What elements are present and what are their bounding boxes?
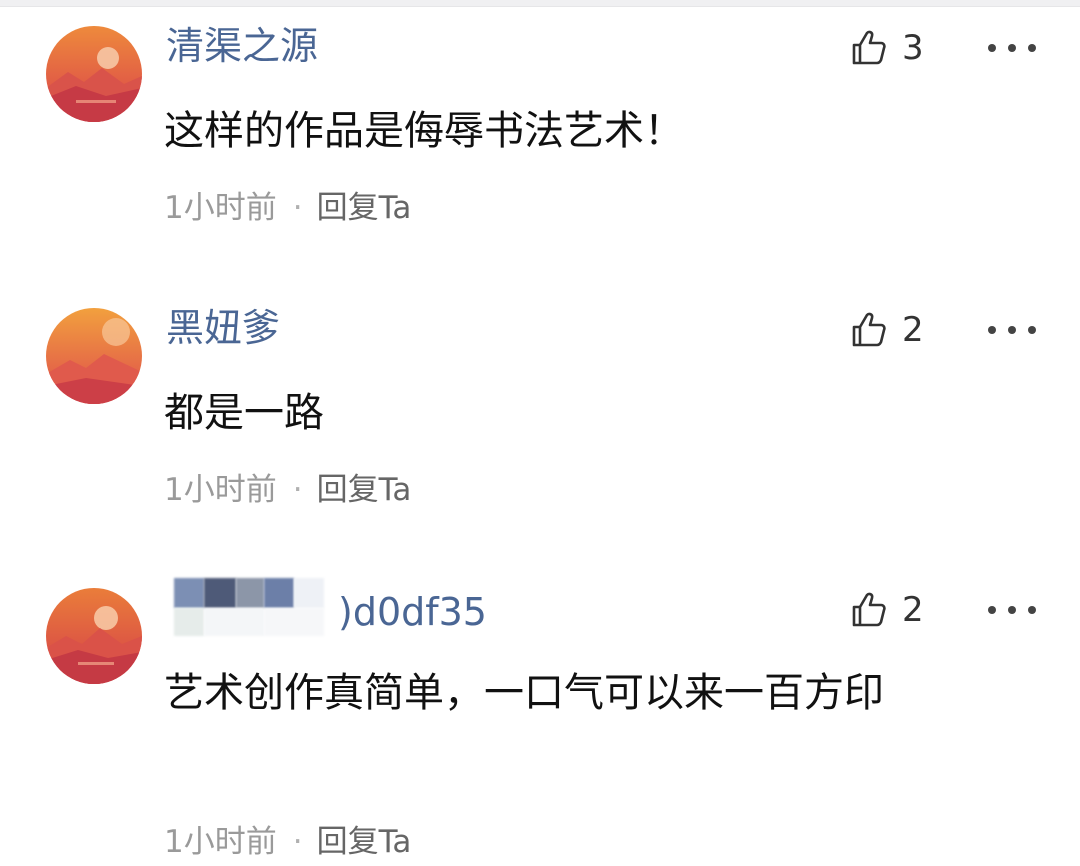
separator: ·	[292, 190, 303, 226]
more-dots-icon[interactable]	[988, 600, 1036, 620]
more-dots-icon[interactable]	[988, 38, 1036, 58]
username[interactable]: )d0df35	[166, 576, 506, 646]
avatar[interactable]	[46, 588, 142, 684]
username-suffix: )d0df35	[338, 590, 487, 634]
more-dots-icon[interactable]	[988, 320, 1036, 340]
separator: ·	[292, 472, 303, 508]
avatar[interactable]	[46, 26, 142, 122]
thumbs-up-icon	[852, 30, 886, 65]
comment-text: 艺术创作真简单，一口气可以来一百方印	[164, 670, 884, 716]
comment-meta: 1小时前 · 回复Ta	[164, 188, 411, 228]
comment-text: 都是一路	[164, 390, 324, 436]
like-count: 2	[902, 310, 924, 350]
separator: ·	[292, 824, 303, 860]
like-button[interactable]: 2	[848, 306, 924, 354]
top-divider	[0, 0, 1080, 7]
reply-button[interactable]: 回复Ta	[317, 472, 412, 508]
reply-button[interactable]: 回复Ta	[317, 824, 412, 860]
like-count: 2	[902, 590, 924, 630]
avatar[interactable]	[46, 308, 142, 404]
timestamp: 1小时前	[164, 190, 277, 226]
reply-button[interactable]: 回复Ta	[317, 190, 412, 226]
timestamp: 1小时前	[164, 472, 277, 508]
like-button[interactable]: 2	[848, 586, 924, 634]
comment-meta: 1小时前 · 回复Ta	[164, 822, 411, 862]
comment-text: 这样的作品是侮辱书法艺术！	[164, 108, 684, 154]
thumbs-up-icon	[852, 312, 886, 347]
like-button[interactable]: 3	[848, 24, 924, 72]
like-count: 3	[902, 28, 924, 68]
redacted-username-mosaic	[166, 576, 346, 636]
thumbs-up-icon	[852, 592, 886, 627]
timestamp: 1小时前	[164, 824, 277, 860]
username[interactable]: 黑妞爹	[166, 304, 280, 352]
username[interactable]: 清渠之源	[166, 22, 318, 70]
comment-meta: 1小时前 · 回复Ta	[164, 470, 411, 510]
